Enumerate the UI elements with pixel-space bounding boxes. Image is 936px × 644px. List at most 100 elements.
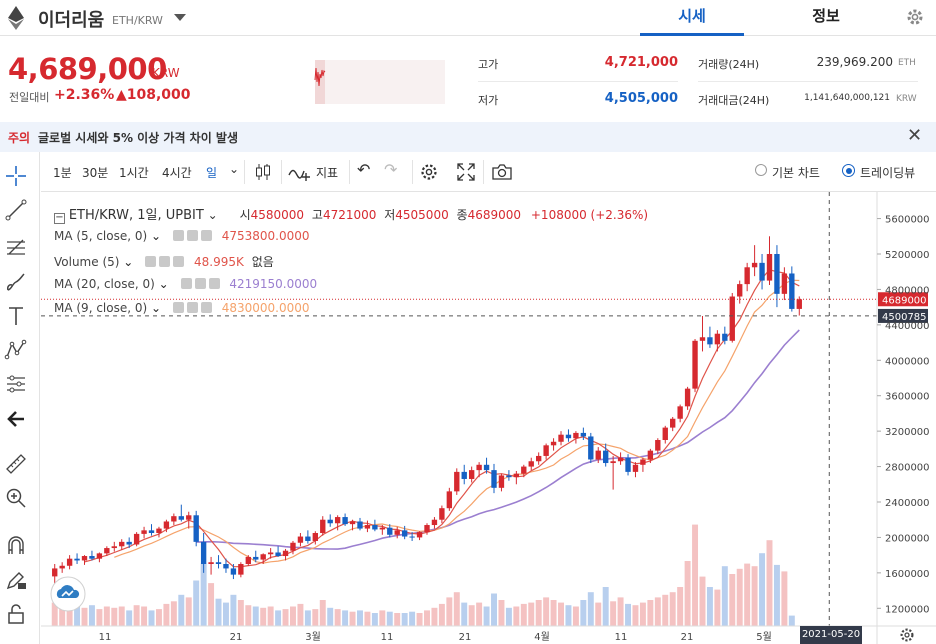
candle-body: [528, 461, 534, 467]
divider: [281, 160, 282, 184]
close-icon[interactable]: [208, 278, 220, 289]
candle-body: [141, 530, 147, 534]
volume-bar: [379, 610, 386, 626]
ma9-legend: MA (9, close, 0) ⌄ 4830000.0000: [54, 301, 310, 315]
pattern-icon[interactable]: [4, 338, 28, 362]
symbol-label[interactable]: ETH/KRW, 1일, UPBIT: [69, 208, 204, 223]
current-price: 4,689,000: [8, 52, 167, 86]
low-value: 4505000: [395, 208, 449, 222]
lock-icon[interactable]: [4, 602, 28, 626]
chevron-down-icon[interactable]: ⌄: [151, 229, 161, 243]
settings-icon[interactable]: [419, 162, 439, 182]
interval-1h[interactable]: 1시간: [119, 164, 149, 181]
drawing-toolbar: [0, 152, 40, 644]
ruler-icon[interactable]: [4, 452, 28, 476]
chart-settings-icon[interactable]: [898, 626, 916, 644]
indicator-label[interactable]: 지표: [316, 164, 338, 181]
close-icon[interactable]: [173, 256, 185, 267]
volume-bar: [491, 593, 497, 626]
candle-body: [230, 568, 237, 575]
ma20-legend: MA (20, close, 0) ⌄ 4219150.0000: [54, 277, 317, 291]
undo-icon[interactable]: ↶: [357, 160, 370, 179]
arrow-left-icon[interactable]: [4, 407, 28, 431]
candle-body: [104, 548, 110, 554]
candle-body: [416, 532, 423, 538]
settings-icon[interactable]: [186, 302, 198, 313]
chevron-down-icon[interactable]: ⌄: [229, 162, 239, 176]
chevron-down-icon[interactable]: ⌄: [208, 208, 218, 222]
volume-bar: [595, 602, 602, 626]
last-price-text: 4689000: [882, 295, 927, 306]
tab-price[interactable]: 시세: [640, 0, 744, 36]
interval-4h[interactable]: 4시간: [162, 164, 192, 181]
magnet-icon[interactable]: [4, 534, 28, 558]
candle-body: [81, 556, 88, 561]
volume-bar: [498, 600, 505, 626]
volume-bar: [565, 605, 572, 626]
eye-icon[interactable]: [145, 256, 157, 267]
interval-30m[interactable]: 30분: [82, 164, 108, 181]
chevron-down-icon[interactable]: [174, 14, 186, 21]
camera-icon[interactable]: [491, 162, 513, 182]
collapse-icon[interactable]: −: [54, 213, 65, 224]
price-unit: KRW: [152, 66, 180, 80]
brush-icon[interactable]: [4, 270, 28, 294]
volume-bar: [699, 576, 706, 626]
close-icon[interactable]: [200, 230, 212, 241]
candle-type-icon[interactable]: [253, 162, 273, 182]
eye-icon[interactable]: [172, 230, 184, 241]
volume-bar: [744, 563, 751, 626]
tradingview-radio[interactable]: [842, 164, 855, 177]
candle-body: [781, 273, 788, 294]
ma9-label[interactable]: MA (9, close, 0): [54, 301, 147, 315]
fib-icon[interactable]: [4, 234, 28, 258]
volume-bar: [215, 598, 222, 626]
volume-bar: [88, 605, 95, 626]
volume-bar: [237, 600, 244, 626]
settings-icon[interactable]: [186, 230, 198, 241]
volume-bar: [133, 605, 140, 626]
text-tool-icon[interactable]: [4, 304, 28, 328]
settings-icon[interactable]: [194, 278, 206, 289]
candle-body: [670, 418, 676, 428]
volume-bar: [126, 610, 133, 626]
settings-icon[interactable]: [159, 256, 171, 267]
candle-body: [707, 337, 713, 345]
chevron-down-icon[interactable]: ⌄: [151, 301, 161, 315]
volume-bar: [424, 610, 430, 626]
eye-icon[interactable]: [172, 302, 184, 313]
close-icon[interactable]: ✕: [907, 125, 922, 146]
volume-bar: [148, 610, 155, 626]
candle-body: [305, 536, 311, 541]
basic-chart-radio[interactable]: [755, 164, 767, 176]
interval-day[interactable]: 일: [206, 164, 217, 181]
interval-1m[interactable]: 1분: [53, 164, 72, 181]
eye-icon[interactable]: [180, 278, 192, 289]
candle-body: [550, 441, 557, 446]
crosshair-icon[interactable]: [4, 164, 28, 188]
ma20-label[interactable]: MA (20, close, 0): [54, 277, 155, 291]
trend-line-icon[interactable]: [4, 198, 28, 222]
candle-body: [506, 475, 512, 478]
close-icon[interactable]: [200, 302, 212, 313]
candle-body: [677, 406, 683, 419]
volume-label[interactable]: Volume (5): [54, 255, 119, 269]
candle-body: [372, 525, 378, 530]
indicator-icon[interactable]: [288, 161, 312, 183]
gear-icon[interactable]: [905, 7, 925, 27]
tradingview-logo-icon[interactable]: [50, 576, 86, 612]
candle-body: [59, 565, 65, 569]
prediction-icon[interactable]: [4, 372, 28, 396]
fullscreen-icon[interactable]: [456, 162, 476, 182]
zoom-in-icon[interactable]: [4, 486, 28, 510]
ma5-label[interactable]: MA (5, close, 0): [54, 229, 147, 243]
redo-icon[interactable]: ↷: [384, 160, 397, 179]
basic-chart-label[interactable]: 기본 차트: [772, 164, 820, 181]
tradingview-label[interactable]: 트레이딩뷰: [860, 164, 915, 181]
chevron-down-icon[interactable]: ⌄: [123, 255, 133, 269]
chevron-down-icon[interactable]: ⌄: [159, 277, 169, 291]
pencil-lock-icon[interactable]: [4, 568, 28, 592]
tab-info[interactable]: 정보: [770, 0, 882, 36]
candle-body: [394, 530, 400, 535]
volume-bar: [141, 606, 148, 626]
